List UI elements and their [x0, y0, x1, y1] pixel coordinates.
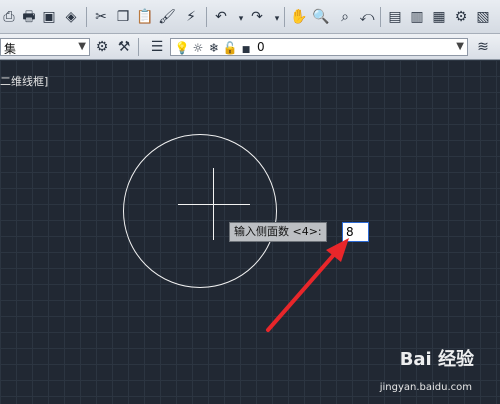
- design-center-icon[interactable]: ▥: [408, 8, 426, 26]
- zoom-window-icon[interactable]: ⌕: [336, 8, 354, 26]
- match-properties-icon[interactable]: ◈: [62, 8, 80, 26]
- redo-icon[interactable]: ↷: [248, 8, 266, 26]
- properties-icon[interactable]: ▤: [386, 8, 404, 26]
- copy-icon[interactable]: ❐: [114, 8, 132, 26]
- watermark-url: jingyan.baidu.com: [379, 382, 472, 393]
- print-preview-icon[interactable]: 🖶: [20, 8, 38, 26]
- drawn-circle: [123, 134, 277, 288]
- zoom-previous-icon[interactable]: ⤺: [358, 8, 376, 26]
- workspace-combo-value: 集: [4, 42, 17, 56]
- markup-icon[interactable]: ▧: [474, 8, 492, 26]
- color-swatch-icon: ■: [241, 44, 251, 55]
- publish-icon[interactable]: ▣: [40, 8, 58, 26]
- watermark-logo: Bai 经验: [399, 349, 474, 370]
- zoom-realtime-icon[interactable]: 🔍: [312, 8, 330, 26]
- chevron-down-icon: ▼: [456, 41, 464, 52]
- layer-name: 0: [257, 40, 265, 54]
- layers-toolbar: 集 ▼ ⚙ ⚒ ☰ 💡 ☼ ❄ 🔓 ■ 0 ▼ ≋: [0, 34, 500, 60]
- cut-icon[interactable]: ✂: [92, 8, 110, 26]
- make-layer-current-icon[interactable]: ≋: [474, 38, 492, 56]
- settings-gear-icon[interactable]: ⚙: [93, 38, 111, 56]
- visual-style-label[interactable]: 二维线框]: [0, 73, 48, 89]
- workspace-tool-icon[interactable]: ⚒: [115, 38, 133, 56]
- layer-manager-icon[interactable]: ☰: [148, 38, 166, 56]
- chevron-down-icon: ▼: [78, 41, 86, 52]
- pan-icon[interactable]: ✋: [290, 8, 308, 26]
- crosshair-vertical: [213, 168, 214, 240]
- standard-toolbar: ⎙ 🖶 ▣ ◈ ✂ ❐ 📋 🖌 ⚡ ↶ ▾ ↷ ▾ ✋ 🔍 ⌕ ⤺ ▤ ▥ ▦ …: [0, 0, 500, 34]
- workspace-combo[interactable]: 集 ▼: [0, 38, 90, 56]
- print-icon[interactable]: ⎙: [0, 8, 18, 26]
- sheet-set-icon[interactable]: ⚙: [452, 8, 470, 26]
- dynamic-input-field[interactable]: 8: [342, 222, 369, 242]
- paint-icon[interactable]: 🖌: [158, 8, 176, 26]
- layer-combo[interactable]: 💡 ☼ ❄ 🔓 ■ 0 ▼: [170, 38, 468, 56]
- crosshair-horizontal: [178, 204, 250, 205]
- tool-palettes-icon[interactable]: ▦: [430, 8, 448, 26]
- dynamic-input-prompt: 输入侧面数 <4>:: [229, 222, 327, 242]
- paste-icon[interactable]: 📋: [136, 8, 154, 26]
- brush-icon[interactable]: ⚡: [182, 8, 200, 26]
- undo-icon[interactable]: ↶: [212, 8, 230, 26]
